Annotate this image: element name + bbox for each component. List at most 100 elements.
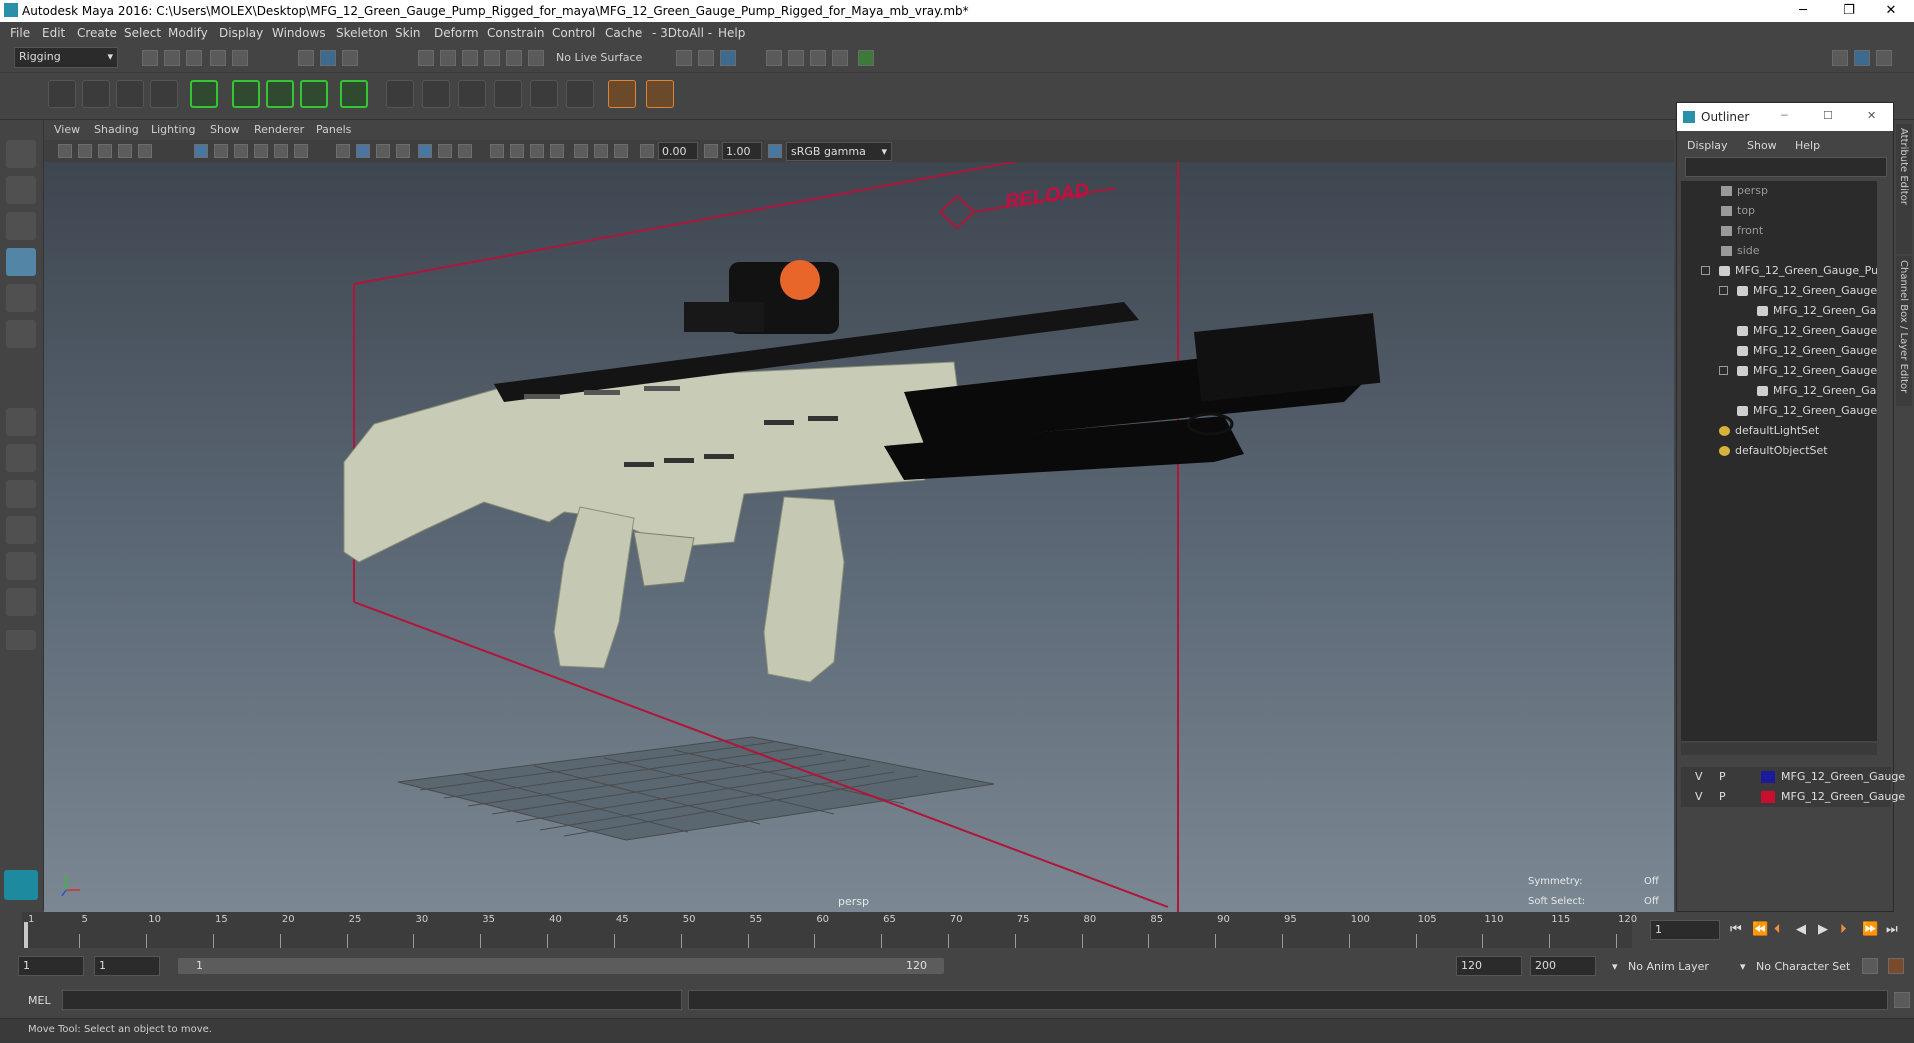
panel-menu-view[interactable]: View: [54, 123, 80, 136]
menu-display[interactable]: Display: [219, 26, 263, 40]
outliner-title-bar[interactable]: Outliner ─ ☐ ✕: [1677, 103, 1893, 131]
two-d-pan-icon[interactable]: [138, 144, 152, 158]
layout-options-icon[interactable]: [6, 630, 36, 650]
play-forwards-icon[interactable]: ▶: [1818, 922, 1828, 937]
current-frame-field[interactable]: 1: [1650, 920, 1720, 940]
persp-graph-layout-icon[interactable]: [6, 516, 36, 544]
range-slider-bar[interactable]: 1 120: [178, 958, 944, 974]
menu-deform[interactable]: Deform: [434, 26, 479, 40]
gamma-icon[interactable]: [704, 144, 718, 158]
bookmark-icon[interactable]: [98, 144, 112, 158]
exposure-icon[interactable]: [640, 144, 654, 158]
playback-start-field[interactable]: 1: [94, 956, 160, 976]
menuset-dropdown[interactable]: Rigging ▾: [14, 47, 118, 68]
channel-box-tab[interactable]: Channel Box / Layer Editor: [1896, 256, 1912, 406]
time-slider[interactable]: 1 5 10 15 20 25 30 35 40 45 50 55 60 65 70 75 80 85 90 95 10…: [0, 912, 1914, 948]
outliner-minimize-button[interactable]: ─: [1781, 109, 1788, 122]
current-time-indicator[interactable]: [24, 922, 28, 948]
close-button[interactable]: ✕: [1868, 0, 1914, 22]
safe-action-icon[interactable]: [294, 144, 308, 158]
anti-aliasing-icon[interactable]: [510, 144, 524, 158]
live-surface-label[interactable]: No Live Surface: [556, 51, 642, 64]
camera-attributes-icon[interactable]: [78, 144, 92, 158]
panel-menu-shading[interactable]: Shading: [94, 123, 139, 136]
tree-item-default-object-set[interactable]: defaultObjectSet: [1681, 441, 1877, 461]
outliner-menu-show[interactable]: Show: [1747, 139, 1777, 152]
rotate-tool-icon[interactable]: [6, 284, 36, 312]
grid-icon[interactable]: [194, 144, 208, 158]
lasso-tool-icon[interactable]: [6, 176, 36, 204]
parent-constraint-icon[interactable]: [386, 80, 414, 108]
menu-control[interactable]: Control: [552, 26, 595, 40]
aim-constraint-icon[interactable]: [530, 80, 558, 108]
input-ops-icon[interactable]: [698, 50, 714, 66]
pole-vector-icon[interactable]: [566, 80, 594, 108]
end-time-field[interactable]: 200: [1530, 956, 1596, 976]
outliner-tree[interactable]: persp top front side MFG_12_Green_Gauge_…: [1681, 181, 1877, 741]
vray-render-icon[interactable]: [858, 50, 874, 66]
display-layer-row[interactable]: V P MFG_12_Green_Gauge: [1681, 767, 1905, 787]
menu-3dtoall[interactable]: - 3DtoAll -: [652, 26, 712, 40]
perspective-viewport[interactable]: RELOAD persp Symmetry: Off Soft Select: …: [44, 162, 1674, 912]
layer-color-swatch[interactable]: [1761, 791, 1775, 803]
smooth-skin-icon[interactable]: [232, 80, 260, 108]
layer-playback-toggle[interactable]: P: [1719, 787, 1726, 807]
tree-item-side[interactable]: side: [1681, 241, 1877, 261]
minimize-button[interactable]: ─: [1780, 0, 1826, 22]
timeline-ticks[interactable]: 1 5 10 15 20 25 30 35 40 45 50 55 60 65 70 75 80 85 90 95 10…: [22, 912, 1637, 948]
create-joint-icon[interactable]: [48, 80, 76, 108]
auto-key-icon[interactable]: [1862, 958, 1878, 974]
tree-item-default-light-set[interactable]: defaultLightSet: [1681, 421, 1877, 441]
new-scene-icon[interactable]: [142, 50, 158, 66]
mirror-joint-icon[interactable]: [608, 80, 636, 108]
ik-handle-icon[interactable]: [82, 80, 110, 108]
script-editor-icon[interactable]: [1894, 992, 1910, 1008]
shadows-icon[interactable]: [438, 144, 452, 158]
go-to-end-icon[interactable]: ⏭: [1886, 922, 1898, 937]
tree-item-group-1[interactable]: MFG_12_Green_Gauge: [1681, 281, 1877, 301]
snap-grid-icon[interactable]: [418, 50, 434, 66]
move-tool-icon[interactable]: [6, 248, 36, 276]
redo-icon[interactable]: [232, 50, 248, 66]
snap-view-icon[interactable]: [484, 50, 500, 66]
menu-skin[interactable]: Skin: [395, 26, 421, 40]
wireframe-icon[interactable]: [336, 144, 350, 158]
play-backwards-icon[interactable]: ◀: [1796, 922, 1806, 937]
select-hierarchy-icon[interactable]: [298, 50, 314, 66]
custom-layout-icon[interactable]: [6, 588, 36, 616]
start-time-field[interactable]: 1: [18, 956, 84, 976]
select-camera-icon[interactable]: [58, 144, 72, 158]
hypershade-layout-icon[interactable]: [6, 552, 36, 580]
open-scene-icon[interactable]: [164, 50, 180, 66]
step-forward-icon[interactable]: ⏩: [1862, 922, 1878, 937]
gate-mask-icon[interactable]: [254, 144, 268, 158]
cluster-icon[interactable]: [300, 80, 328, 108]
outliner-maximize-button[interactable]: ☐: [1823, 109, 1833, 122]
scale-tool-icon[interactable]: [6, 320, 36, 348]
channel-box-toggle-icon[interactable]: [1876, 50, 1892, 66]
isolate-select-icon[interactable]: [550, 144, 564, 158]
blendshape-icon[interactable]: [340, 80, 368, 108]
menu-create[interactable]: Create: [77, 26, 117, 40]
paint-weights-icon[interactable]: [266, 80, 294, 108]
output-ops-icon[interactable]: [720, 50, 736, 66]
tree-item-group-2[interactable]: MFG_12_Green_Gauge: [1681, 321, 1877, 341]
resolution-gate-icon[interactable]: [234, 144, 248, 158]
layer-visibility-toggle[interactable]: V: [1695, 767, 1703, 787]
tree-item-group-5[interactable]: MFG_12_Green_Gauge: [1681, 401, 1877, 421]
go-to-start-icon[interactable]: ⏮: [1730, 922, 1742, 937]
paint-select-tool-icon[interactable]: [6, 212, 36, 240]
use-default-lights-icon[interactable]: [418, 144, 432, 158]
scale-constraint-icon[interactable]: [494, 80, 522, 108]
layer-playback-toggle[interactable]: P: [1719, 767, 1726, 787]
menu-help[interactable]: Help: [718, 26, 745, 40]
snap-surface-icon[interactable]: [506, 50, 522, 66]
outliner-search-input[interactable]: [1685, 157, 1887, 177]
character-set-dropdown[interactable]: No Character Set ▾: [1740, 958, 1860, 976]
orient-joint-icon[interactable]: [646, 80, 674, 108]
menu-skeleton[interactable]: Skeleton: [336, 26, 388, 40]
anim-layer-dropdown[interactable]: No Anim Layer ▾: [1612, 958, 1742, 976]
bind-skin-icon[interactable]: [190, 80, 218, 108]
undo-icon[interactable]: [210, 50, 226, 66]
construction-history-icon[interactable]: [676, 50, 692, 66]
